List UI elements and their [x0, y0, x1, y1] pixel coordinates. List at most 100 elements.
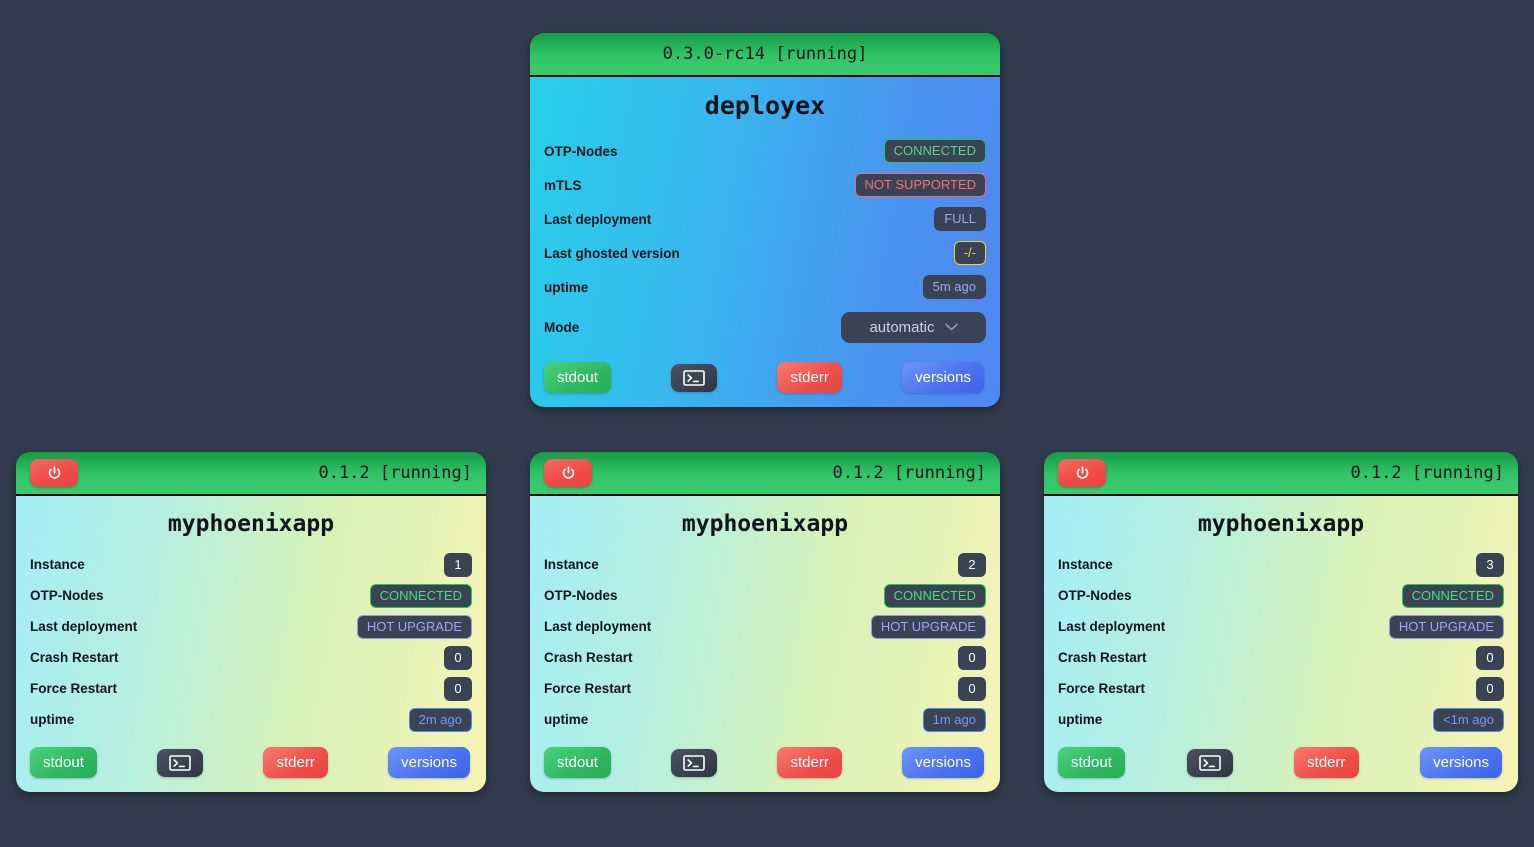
- terminal-button[interactable]: [1186, 748, 1233, 777]
- status-badge: NOT SUPPORTED: [854, 173, 986, 197]
- mode-dropdown[interactable]: automatic: [841, 311, 986, 343]
- row-label: uptime: [544, 279, 589, 295]
- row-uptime: uptime <1m ago: [1058, 704, 1504, 735]
- terminal-icon: [683, 369, 705, 386]
- row-mode: Mode automatic: [544, 304, 986, 350]
- counter-badge: 0: [1476, 645, 1504, 670]
- row-label: Force Restart: [30, 681, 118, 696]
- terminal-icon: [1198, 754, 1221, 771]
- action-button-row: stdout stderr versions: [544, 362, 986, 393]
- row-instance: Instance 2: [544, 549, 986, 580]
- instance-badge: 1: [444, 552, 472, 577]
- card-instance-3: 0.1.2 [running] myphoenixapp Instance 3 …: [1044, 452, 1518, 792]
- row-label: Crash Restart: [1058, 650, 1147, 665]
- card-header: 0.1.2 [running]: [530, 452, 1000, 496]
- stdout-button[interactable]: stdout: [30, 747, 97, 778]
- row-uptime: uptime 2m ago: [30, 704, 472, 735]
- row-label: uptime: [544, 712, 589, 727]
- header-version-status: 0.3.0-rc14 [running]: [662, 44, 868, 64]
- row-label: OTP-Nodes: [544, 588, 618, 603]
- terminal-button[interactable]: [671, 363, 718, 392]
- terminal-button[interactable]: [671, 748, 718, 777]
- row-label: Instance: [1058, 557, 1113, 572]
- uptime-badge: 5m ago: [922, 275, 986, 299]
- dashboard: 0.3.0-rc14 [running] deployex OTP-Nodes …: [0, 0, 1534, 847]
- row-label: Crash Restart: [544, 650, 633, 665]
- header-version-status: 0.1.2 [running]: [1350, 463, 1504, 483]
- status-badge: HOT UPGRADE: [1388, 614, 1504, 639]
- row-last-deployment: Last deployment HOT UPGRADE: [30, 611, 472, 642]
- row-last-deployment: Last deployment HOT UPGRADE: [1058, 611, 1504, 642]
- card-instance-2: 0.1.2 [running] myphoenixapp Instance 2 …: [530, 452, 1000, 792]
- stderr-button[interactable]: stderr: [263, 747, 328, 778]
- stdout-button[interactable]: stdout: [1058, 747, 1125, 778]
- power-icon: [48, 465, 60, 479]
- counter-badge: 0: [958, 645, 986, 670]
- row-label: Force Restart: [1058, 681, 1146, 696]
- uptime-badge: 2m ago: [408, 707, 472, 732]
- row-label: uptime: [1058, 712, 1103, 727]
- power-icon: [562, 465, 574, 479]
- row-otp-nodes: OTP-Nodes CONNECTED: [544, 580, 986, 611]
- card-title: myphoenixapp: [681, 511, 849, 537]
- counter-badge: 0: [958, 676, 986, 701]
- power-button[interactable]: [30, 459, 78, 487]
- status-badge: CONNECTED: [883, 583, 986, 608]
- versions-button[interactable]: versions: [902, 747, 984, 778]
- versions-button[interactable]: versions: [388, 747, 470, 778]
- row-last-deployment: Last deployment HOT UPGRADE: [544, 611, 986, 642]
- card-title: myphoenixapp: [167, 511, 335, 537]
- row-crash-restart: Crash Restart 0: [1058, 642, 1504, 673]
- row-label: Last deployment: [544, 211, 652, 227]
- row-force-restart: Force Restart 0: [30, 673, 472, 704]
- header-version-status: 0.1.2 [running]: [832, 463, 986, 483]
- row-label: Last ghosted version: [544, 245, 680, 261]
- card-title: myphoenixapp: [1197, 511, 1365, 537]
- chevron-down-icon: [944, 323, 958, 331]
- instance-badge: 2: [958, 552, 986, 577]
- instance-badge: 3: [1476, 552, 1504, 577]
- row-crash-restart: Crash Restart 0: [30, 642, 472, 673]
- status-badge: CONNECTED: [883, 139, 986, 163]
- row-force-restart: Force Restart 0: [544, 673, 986, 704]
- row-label: OTP-Nodes: [1058, 588, 1132, 603]
- stdout-button[interactable]: stdout: [544, 362, 611, 393]
- versions-button[interactable]: versions: [1420, 747, 1502, 778]
- row-label: Last deployment: [544, 619, 652, 634]
- row-label: Mode: [544, 319, 580, 335]
- row-instance: Instance 3: [1058, 549, 1504, 580]
- action-button-row: stdout stderr versions: [544, 747, 986, 778]
- power-button[interactable]: [544, 459, 592, 487]
- versions-button[interactable]: versions: [902, 362, 984, 393]
- terminal-icon: [683, 754, 705, 771]
- row-crash-restart: Crash Restart 0: [544, 642, 986, 673]
- card-header: 0.1.2 [running]: [1044, 452, 1518, 496]
- row-uptime: uptime 5m ago: [544, 270, 986, 304]
- card-body: myphoenixapp Instance 3 OTP-Nodes CONNEC…: [1044, 496, 1518, 792]
- stderr-button[interactable]: stderr: [777, 747, 842, 778]
- terminal-button[interactable]: [157, 748, 204, 777]
- stderr-button[interactable]: stderr: [1294, 747, 1359, 778]
- row-label: OTP-Nodes: [30, 588, 104, 603]
- counter-badge: 0: [444, 645, 472, 670]
- power-button[interactable]: [1058, 459, 1106, 487]
- row-label: Crash Restart: [30, 650, 119, 665]
- row-uptime: uptime 1m ago: [544, 704, 986, 735]
- action-button-row: stdout stderr versions: [1058, 747, 1504, 778]
- counter-badge: 0: [1476, 676, 1504, 701]
- row-label: Force Restart: [544, 681, 632, 696]
- stderr-button[interactable]: stderr: [777, 362, 842, 393]
- row-label: uptime: [30, 712, 75, 727]
- header-version-status: 0.1.2 [running]: [318, 463, 472, 483]
- status-badge: HOT UPGRADE: [356, 614, 472, 639]
- card-header: 0.3.0-rc14 [running]: [530, 33, 1000, 77]
- row-label: Instance: [30, 557, 85, 572]
- row-mtls: mTLS NOT SUPPORTED: [544, 168, 986, 202]
- action-button-row: stdout stderr versions: [30, 747, 472, 778]
- stdout-button[interactable]: stdout: [544, 747, 611, 778]
- uptime-badge: <1m ago: [1433, 707, 1504, 732]
- row-label: Last deployment: [30, 619, 138, 634]
- row-otp-nodes: OTP-Nodes CONNECTED: [1058, 580, 1504, 611]
- row-label: OTP-Nodes: [544, 143, 618, 159]
- row-last-deployment: Last deployment FULL: [544, 202, 986, 236]
